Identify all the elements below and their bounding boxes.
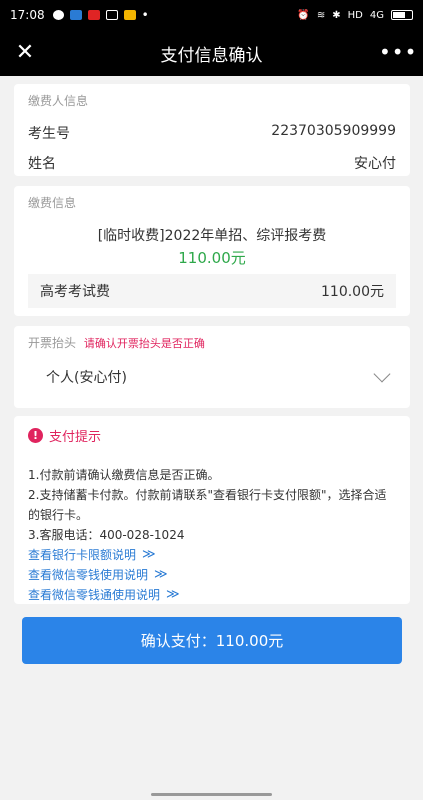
wechat-icon [52, 10, 64, 20]
invoice-label-text: 开票抬头 [28, 336, 77, 350]
bank-limit-link[interactable]: 查看银行卡限额说明 ≫ [28, 545, 396, 565]
double-chevron-icon: ≫ [142, 547, 156, 562]
battery-icon [391, 10, 413, 20]
bluetooth-icon: ✱ [332, 9, 341, 21]
alert-icon: ! [28, 428, 43, 443]
system-icons: ⏰ ≋ ✱ HD 4G [297, 10, 413, 21]
tip-line: 1.付款前请确认缴费信息是否正确。 [28, 468, 220, 482]
wechat-change-link[interactable]: 查看微信零钱使用说明 ≫ [28, 565, 396, 585]
invoice-selected-value: 个人(安心付) [46, 370, 127, 386]
fee-info-label: 缴费信息 [28, 196, 77, 210]
dot-icon: • [141, 8, 149, 22]
chevron-down-icon [373, 365, 391, 383]
payer-row-key: 姓名 [28, 156, 56, 172]
payer-row-value: 22370305909999 [271, 123, 396, 139]
wechat-lqt-link[interactable]: 查看微信零钱通使用说明 ≫ [28, 585, 396, 605]
double-chevron-icon: ≫ [154, 567, 168, 582]
fee-title: [临时收费]2022年单招、综评报考费 [97, 228, 327, 244]
fee-info-card: 缴费信息 [临时收费]2022年单招、综评报考费 110.00元 高考考试费 1… [14, 186, 410, 316]
app-icon [69, 10, 82, 20]
page-title: 支付信息确认 [160, 45, 263, 66]
tips-title: 支付提示 [49, 430, 102, 445]
double-chevron-icon: ≫ [166, 587, 180, 602]
fee-item-name: 高考考试费 [40, 284, 110, 300]
link-text: 查看微信零钱使用说明 [28, 568, 149, 582]
close-icon[interactable]: ✕ [10, 38, 40, 68]
invoice-title-select[interactable]: 个人(安心付) [28, 365, 396, 387]
payer-info-card: 缴费人信息 考生号 22370305909999 姓名 安心付 [14, 84, 410, 176]
link-text: 查看银行卡限额说明 [28, 548, 137, 562]
payer-info-label: 缴费人信息 [28, 94, 89, 108]
invoice-card: 开票抬头 请确认开票抬头是否正确 个人(安心付) [14, 326, 410, 408]
vibrate-icon: ≋ [316, 9, 326, 21]
home-indicator[interactable] [151, 793, 272, 796]
payer-row-name: 姓名 安心付 [28, 153, 396, 173]
payment-tips-card: ! 支付提示 1.付款前请确认缴费信息是否正确。 2.支持储蓄卡付款。付款前请联… [14, 416, 410, 604]
tip-line: 2.支持储蓄卡付款。付款前请联系"查看银行卡支付限额"，选择合适的银行卡。 [28, 488, 387, 522]
fee-item-amount: 110.00元 [321, 284, 384, 300]
tip-line: 3.客服电话：400-028-1024 [28, 528, 185, 542]
tiktok-icon [105, 10, 118, 20]
status-time: 17:08 [10, 8, 45, 22]
payer-row-exam-id: 考生号 22370305909999 [28, 123, 396, 143]
payer-row-key: 考生号 [28, 126, 70, 142]
link-text: 查看微信零钱通使用说明 [28, 588, 161, 602]
app-icon [123, 10, 136, 20]
invoice-label: 开票抬头 请确认开票抬头是否正确 [28, 334, 396, 351]
tips-header: ! 支付提示 [28, 426, 396, 445]
fee-amount: 110.00元 [178, 249, 246, 267]
alarm-icon: ⏰ [297, 9, 310, 21]
app-icon [87, 10, 100, 20]
signal-icon: 4G [369, 9, 384, 21]
notification-icons: • [52, 8, 149, 22]
payer-row-value: 安心付 [354, 156, 396, 172]
more-icon[interactable]: ••• [379, 38, 416, 68]
fee-item-row: 高考考试费 110.00元 [28, 274, 396, 308]
confirm-pay-button[interactable]: 确认支付：110.00元 [22, 617, 402, 664]
nav-bar: ✕ 支付信息确认 ••• [0, 30, 423, 76]
invoice-warning: 请确认开票抬头是否正确 [83, 337, 205, 350]
hd-icon: HD [347, 9, 363, 21]
tips-body: 1.付款前请确认缴费信息是否正确。 2.支持储蓄卡付款。付款前请联系"查看银行卡… [28, 465, 396, 545]
status-bar: 17:08 • ⏰ ≋ ✱ HD 4G [0, 0, 423, 30]
